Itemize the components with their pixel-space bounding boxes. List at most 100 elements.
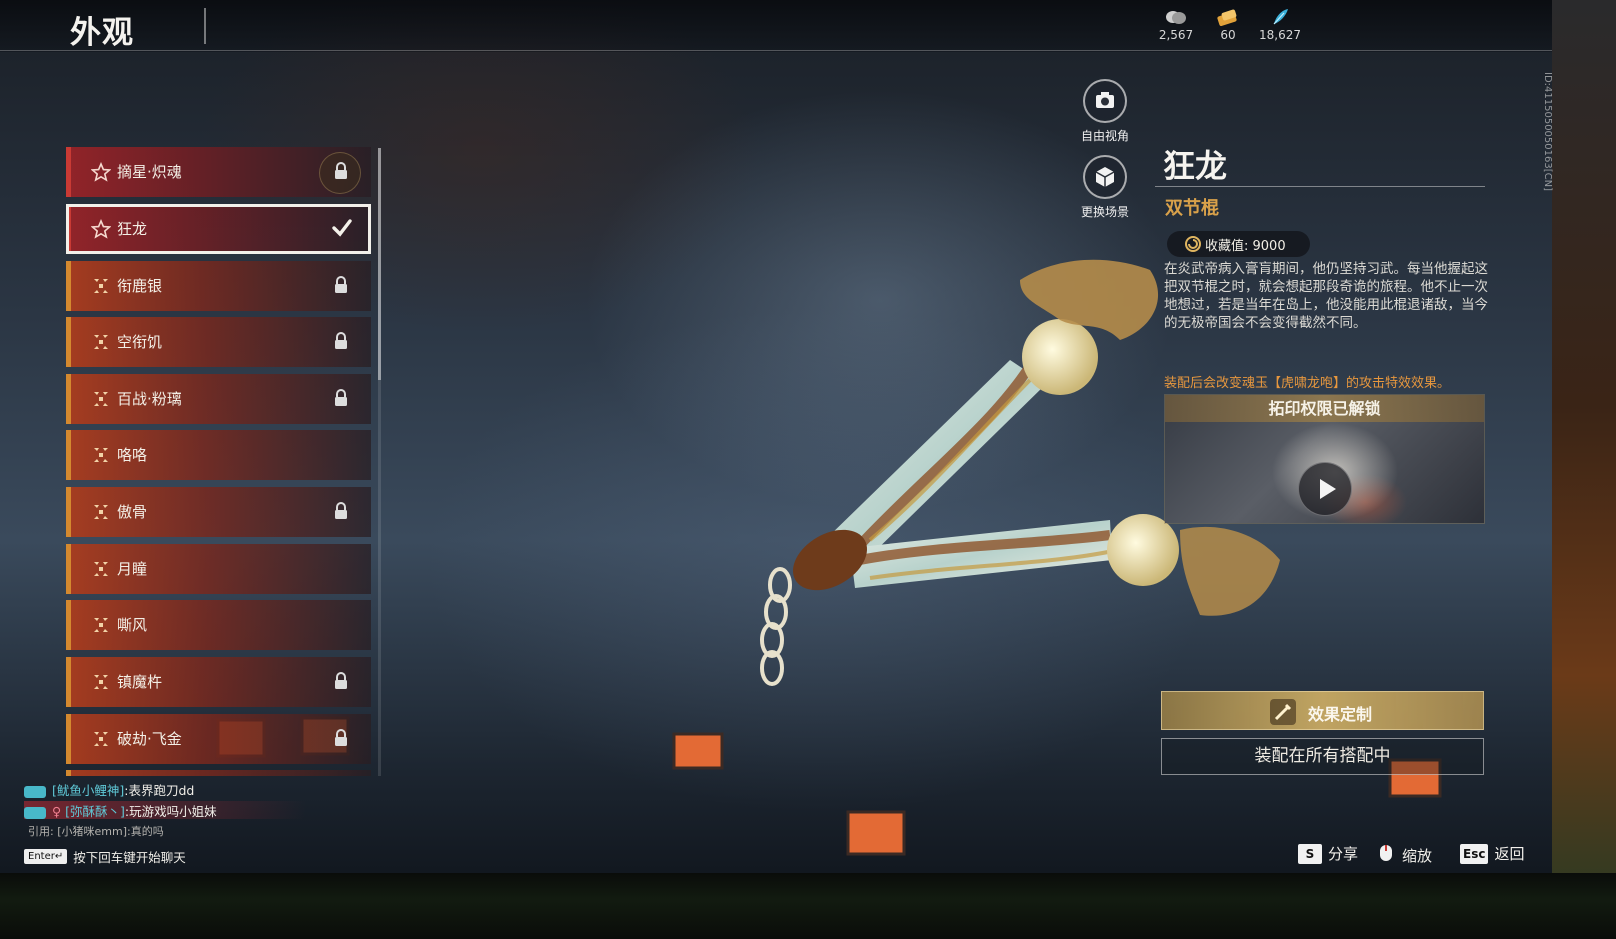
- top-bar: [0, 0, 1552, 52]
- skin-item-label: 嘶风: [117, 616, 148, 634]
- share-key: S: [1298, 843, 1322, 864]
- skin-item-partial: [66, 770, 371, 776]
- currency-tickets: 60: [1198, 8, 1258, 42]
- chat-message: ♀ [弥酥酥丶]:玩游戏吗小姐妹: [24, 801, 306, 819]
- skin-item-空衔饥[interactable]: 空衔饥: [66, 317, 371, 367]
- skin-item-月瞳[interactable]: 月瞳: [66, 544, 371, 594]
- play-icon[interactable]: [1298, 462, 1352, 516]
- lock-icon: [335, 276, 347, 293]
- skin-item-label: 傲骨: [117, 503, 148, 521]
- skin-item-狂龙[interactable]: 狂龙: [66, 204, 371, 254]
- back-button[interactable]: Esc 返回: [1460, 843, 1524, 867]
- lock-icon: [335, 162, 347, 179]
- chat-hint-text: 按下回车键开始聊天: [73, 850, 186, 865]
- skin-item-镇魔杵[interactable]: 镇魔杵: [66, 657, 371, 707]
- equip-all-outfits-button[interactable]: 装配在所有搭配中: [1161, 738, 1484, 775]
- swirl-coin-icon: [1185, 236, 1201, 252]
- item-effect-note: 装配后会改变魂玉【虎啸龙咆】的攻击特效效果。: [1164, 376, 1451, 391]
- skin-item-嘶风[interactable]: 嘶风: [66, 600, 371, 650]
- title-divider: [204, 8, 206, 44]
- female-icon: ♀: [52, 804, 62, 819]
- chat-text: :表界跑刀dd: [124, 783, 195, 798]
- preview-thumbnail: [1165, 422, 1484, 523]
- skin-item-摘星炽魂[interactable]: 摘星·炽魂: [66, 147, 371, 197]
- cross-pattern-icon: [94, 675, 108, 689]
- back-label: 返回: [1494, 845, 1525, 863]
- preview-title: 拓印权限已解锁: [1165, 395, 1484, 422]
- background-edge: [1552, 0, 1616, 901]
- chat-quote: 引用: [小猪咪emm]:真的吗: [28, 825, 164, 838]
- skin-item-label: 摘星·炽魂: [117, 163, 182, 181]
- effect-customize-button[interactable]: 效果定制: [1161, 691, 1484, 730]
- cross-pattern-icon: [94, 448, 108, 462]
- lock-icon: [335, 729, 347, 746]
- skin-item-label: 百战·粉璃: [117, 390, 182, 408]
- currency-value: 60: [1220, 28, 1236, 42]
- lock-icon: [335, 672, 347, 689]
- skin-item-衔鹿银[interactable]: 衔鹿银: [66, 261, 371, 311]
- change-scene-label: 更换场景: [1080, 205, 1129, 219]
- cross-pattern-icon: [94, 505, 108, 519]
- currency-feathers: 18,627: [1250, 8, 1310, 42]
- check-icon: [332, 219, 352, 237]
- zoom-button[interactable]: 缩放: [1376, 843, 1432, 867]
- collection-value-badge: 收藏值: 9000: [1167, 231, 1310, 257]
- effect-preview-card[interactable]: 拓印权限已解锁: [1164, 394, 1485, 524]
- cube-icon: [1083, 155, 1127, 199]
- item-description: 在炎武帝病入膏肓期间，他仍坚持习武。每当他握起这把双节棍之时，就会想起那段奇诡的…: [1164, 261, 1488, 331]
- skin-item-咯咯[interactable]: 咯咯: [66, 430, 371, 480]
- lock-icon: [335, 389, 347, 406]
- lock-icon: [335, 332, 347, 349]
- effect-customize-label: 效果定制: [1308, 705, 1373, 724]
- chat-text: :玩游戏吗小姐妹: [124, 804, 217, 819]
- esc-key: Esc: [1460, 843, 1489, 864]
- sword-icon: [1270, 699, 1296, 725]
- user-id: ID:4115050050163[CN]: [1542, 72, 1553, 191]
- currency-value: 2,567: [1158, 28, 1194, 42]
- currency-value: 18,627: [1259, 28, 1301, 42]
- lock-icon: [335, 502, 347, 519]
- collection-value-text: 收藏值: 9000: [1205, 239, 1286, 254]
- background-floor: [0, 873, 1616, 939]
- skin-item-label: 狂龙: [117, 220, 148, 238]
- ticket-icon: [1198, 8, 1258, 28]
- page-title: 外观: [70, 15, 134, 51]
- free-view-label: 自由视角: [1080, 129, 1129, 143]
- cross-pattern-icon: [94, 392, 108, 406]
- top-divider: [0, 50, 1552, 51]
- share-button[interactable]: S 分享: [1298, 843, 1358, 867]
- channel-icon: [24, 785, 46, 798]
- cross-pattern-icon: [94, 618, 108, 632]
- skin-item-百战粉璃[interactable]: 百战·粉璃: [66, 374, 371, 424]
- chat-sender[interactable]: [弥酥酥丶]: [65, 804, 125, 819]
- item-name-divider: [1155, 186, 1485, 187]
- zoom-label: 缩放: [1402, 846, 1433, 865]
- skin-item-label: 衔鹿银: [117, 277, 163, 295]
- skin-item-label: 月瞳: [117, 560, 148, 578]
- chat-message: [鱿鱼小鲤神]:表界跑刀dd: [24, 780, 194, 798]
- cross-pattern-icon: [94, 732, 108, 746]
- enter-key: Enter↵: [24, 849, 68, 864]
- skin-item-label: 空衔饥: [117, 333, 163, 351]
- skin-item-label: 咯咯: [117, 446, 148, 464]
- skin-item-破劫飞金[interactable]: 破劫·飞金: [66, 714, 371, 764]
- chat-sender[interactable]: [鱿鱼小鲤神]: [52, 783, 124, 798]
- cross-pattern-icon: [94, 279, 108, 293]
- star-icon: [91, 219, 111, 239]
- skin-list-scroll-thumb[interactable]: [378, 148, 381, 380]
- skin-item-label: 镇魔杵: [117, 673, 163, 691]
- currency-coins: 2,567: [1146, 8, 1206, 42]
- item-name: 狂龙: [1163, 147, 1228, 185]
- skin-item-傲骨[interactable]: 傲骨: [66, 487, 371, 537]
- chat-enter-hint: Enter↵ 按下回车键开始聊天: [24, 846, 186, 866]
- free-view-button[interactable]: 自由视角: [1065, 79, 1145, 144]
- share-label: 分享: [1328, 845, 1359, 863]
- cross-pattern-icon: [94, 562, 108, 576]
- camera-icon: [1083, 79, 1127, 123]
- channel-icon: [24, 806, 46, 819]
- change-scene-button[interactable]: 更换场景: [1065, 155, 1145, 220]
- item-type: 双节棍: [1165, 198, 1219, 219]
- skin-item-label: 破劫·飞金: [117, 730, 182, 748]
- cross-pattern-icon: [94, 335, 108, 349]
- coin-bag-icon: [1146, 8, 1206, 28]
